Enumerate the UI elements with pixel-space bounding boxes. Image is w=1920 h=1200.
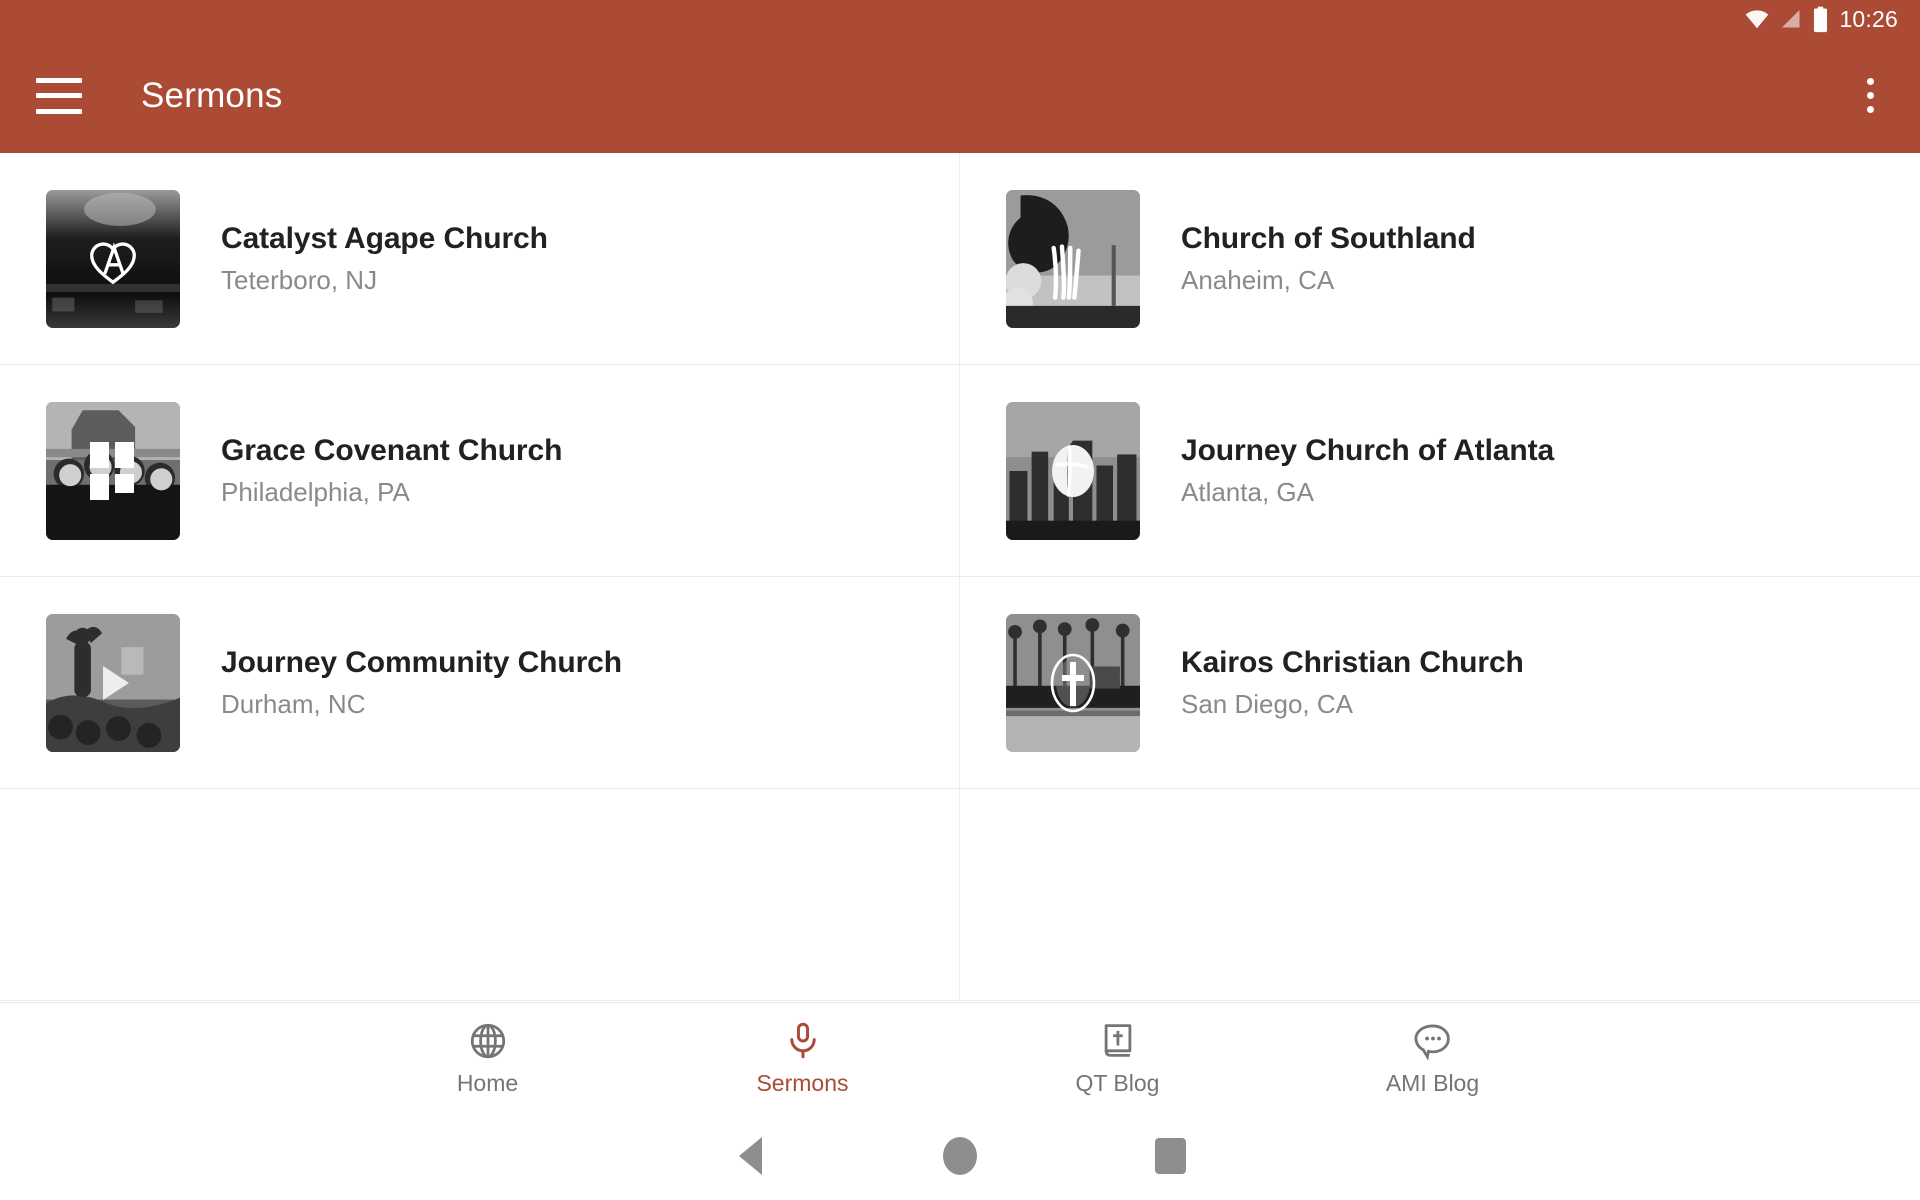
back-triangle-icon[interactable] — [645, 1137, 855, 1175]
grace-window-cross-logo — [46, 402, 180, 540]
play-button-overlay[interactable] — [46, 614, 180, 752]
more-vertical-icon[interactable] — [1848, 69, 1892, 123]
status-bar: 10:26 — [0, 0, 1920, 38]
bottom-navigation-bar: Home Sermons QT Blog AMI Blog — [0, 1002, 1920, 1112]
list-item[interactable]: Journey Church of Atlanta Atlanta, GA — [960, 365, 1920, 577]
list-item-text: Journey Community Church Durham, NC — [221, 645, 622, 721]
status-icon-group — [1744, 6, 1829, 33]
list-item[interactable]: Grace Covenant Church Philadelphia, PA — [0, 365, 960, 577]
church-location: Durham, NC — [221, 689, 366, 720]
globe-icon — [470, 1023, 505, 1059]
app-toolbar: Sermons — [0, 38, 1920, 153]
bottom-nav-label: Sermons — [756, 1070, 849, 1096]
microphone-icon — [789, 1022, 816, 1059]
kairos-oval-cross-logo — [1006, 614, 1140, 752]
church-grid: Catalyst Agape Church Teterboro, NJ Chur… — [0, 153, 1920, 1001]
list-item[interactable] — [960, 789, 1920, 1001]
church-name: Grace Covenant Church — [221, 433, 563, 467]
southland-brush-logo — [1006, 190, 1140, 328]
list-item-text: Kairos Christian Church San Diego, CA — [1181, 645, 1524, 721]
list-item[interactable] — [0, 789, 960, 1001]
bottom-nav-item-qt-blog[interactable]: QT Blog — [960, 1020, 1275, 1095]
church-thumbnail — [46, 189, 180, 328]
bible-cross-icon — [1104, 1024, 1131, 1057]
journey-circle-cross-logo — [1006, 402, 1140, 540]
bottom-nav-label: AMI Blog — [1385, 1070, 1480, 1096]
church-thumbnail — [46, 401, 180, 540]
list-item[interactable]: Catalyst Agape Church Teterboro, NJ — [0, 153, 960, 365]
list-item-text: Church of Southland Anaheim, CA — [1181, 221, 1476, 297]
list-item[interactable]: Church of Southland Anaheim, CA — [960, 153, 1920, 365]
battery-icon — [1814, 6, 1828, 32]
list-item[interactable]: Kairos Christian Church San Diego, CA — [960, 577, 1920, 789]
page-title: Sermons — [141, 75, 283, 115]
church-name: Catalyst Agape Church — [221, 221, 548, 255]
speech-bubble-icon — [1413, 1024, 1450, 1061]
android-system-nav — [0, 1112, 1920, 1200]
bottom-nav-item-sermons[interactable]: Sermons — [645, 1020, 960, 1095]
church-thumbnail — [1006, 613, 1140, 752]
cellular-signal-icon — [1782, 10, 1800, 28]
church-location: Atlanta, GA — [1181, 477, 1314, 508]
church-name: Church of Southland — [1181, 221, 1476, 255]
wifi-icon — [1746, 10, 1769, 29]
church-location: Philadelphia, PA — [221, 477, 410, 508]
list-item-text: Grace Covenant Church Philadelphia, PA — [221, 433, 562, 509]
bottom-nav-label: Home — [456, 1070, 519, 1096]
church-name: Kairos Christian Church — [1181, 645, 1524, 679]
church-thumbnail — [1006, 401, 1140, 540]
sermons-church-list[interactable]: Catalyst Agape Church Teterboro, NJ Chur… — [0, 153, 1920, 1002]
church-location: Anaheim, CA — [1181, 265, 1335, 296]
church-location: San Diego, CA — [1181, 689, 1353, 720]
church-thumbnail — [1006, 189, 1140, 328]
home-circle-icon[interactable] — [855, 1137, 1065, 1175]
church-thumbnail — [46, 613, 180, 752]
church-name: Journey Community Church — [221, 645, 622, 679]
agape-a-heart-logo — [46, 190, 180, 328]
status-bar-clock: 10:26 — [1839, 5, 1898, 32]
bottom-nav-item-home[interactable]: Home — [330, 1020, 645, 1095]
list-item[interactable]: Journey Community Church Durham, NC — [0, 577, 960, 789]
church-name: Journey Church of Atlanta — [1181, 433, 1555, 467]
church-location: Teterboro, NJ — [221, 265, 378, 296]
bottom-nav-label: QT Blog — [1075, 1070, 1160, 1096]
recents-square-icon[interactable] — [1065, 1138, 1275, 1174]
list-item-text: Catalyst Agape Church Teterboro, NJ — [221, 221, 548, 297]
bottom-nav-item-ami-blog[interactable]: AMI Blog — [1275, 1020, 1590, 1095]
app-root: 10:26 Sermons Catalyst Agape Church Tete… — [0, 0, 1920, 1200]
list-item-text: Journey Church of Atlanta Atlanta, GA — [1181, 433, 1554, 509]
hamburger-menu-icon[interactable] — [36, 77, 82, 114]
